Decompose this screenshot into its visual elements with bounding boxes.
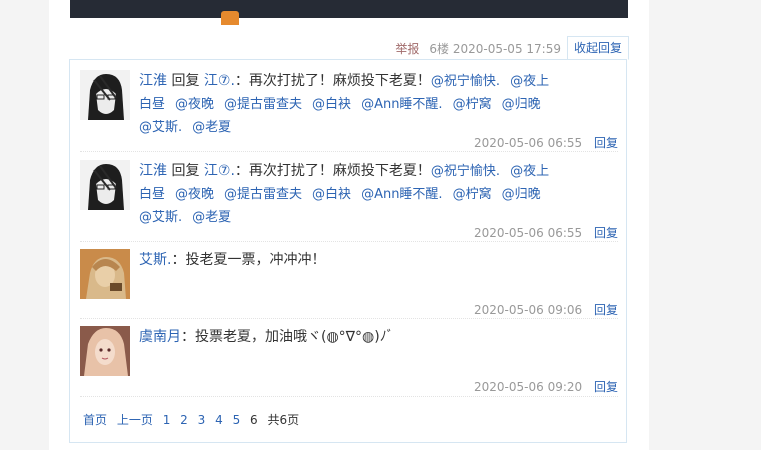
mention-link[interactable]: @老夏: [192, 120, 231, 135]
collapse-replies-button[interactable]: 收起回复: [566, 36, 629, 60]
pager-first[interactable]: 首页: [83, 413, 107, 427]
mention-link[interactable]: @Ann睡不醒.: [361, 187, 443, 202]
pager-page-4[interactable]: 4: [215, 413, 223, 427]
report-link[interactable]: 举报: [395, 40, 419, 57]
reply-text: 再次打扰了！麻烦投下老夏！: [248, 73, 431, 89]
reply-item: 艾斯.：投老夏一票，冲冲冲！ 2020-05-06 09:06 回复: [80, 249, 618, 319]
pagination: 首页 上一页 1 2 3 4 5 6 共6页: [83, 411, 305, 429]
floor-and-time: 6楼 2020-05-05 17:59: [429, 41, 561, 56]
reply-colon: ：: [234, 73, 249, 89]
reply-username[interactable]: 江淮: [139, 73, 167, 89]
divider: [80, 151, 618, 152]
reply-word: 回复: [171, 163, 200, 179]
post-meta: 举报 6楼 2020-05-05 17:59 收起回复: [395, 36, 629, 60]
avatar[interactable]: [80, 160, 130, 210]
reply-content: 江淮 回复 江⑦.：再次打扰了！麻烦投下老夏！@祝宁愉快. @夜上白昼 @夜晚 @提古…: [139, 70, 559, 139]
reply-item: 江淮 回复 江⑦.：再次打扰了！麻烦投下老夏！@祝宁愉快. @夜上白昼 @夜晚 @提古…: [80, 160, 618, 240]
mention-link[interactable]: @Ann睡不醒.: [361, 97, 443, 112]
reply-colon: ：: [234, 163, 249, 179]
mention-link[interactable]: @艾斯.: [139, 120, 182, 135]
pager-page-1[interactable]: 1: [163, 413, 171, 427]
avatar[interactable]: [80, 249, 130, 299]
pager-total: 共6页: [267, 413, 300, 427]
reply-time: 2020-05-06 06:55: [474, 226, 583, 240]
mention-link[interactable]: @老夏: [192, 210, 231, 225]
reply-colon: ：: [171, 252, 186, 268]
reply-username[interactable]: 江淮: [139, 163, 167, 179]
reply-time: 2020-05-06 09:20: [474, 380, 583, 394]
reply-time: 2020-05-06 09:06: [474, 303, 583, 317]
reply-time: 2020-05-06 06:55: [474, 136, 583, 150]
divider: [80, 241, 618, 242]
mention-link[interactable]: @归晚: [502, 97, 541, 112]
reply-content: 江淮 回复 江⑦.：再次打扰了！麻烦投下老夏！@祝宁愉快. @夜上白昼 @夜晚 @提古…: [139, 160, 559, 229]
reply-footer: 2020-05-06 06:55 回复: [474, 224, 618, 242]
reply-footer: 2020-05-06 09:20 回复: [474, 378, 618, 396]
mention-link[interactable]: @祝宁愉快.: [431, 74, 500, 89]
avatar[interactable]: [80, 326, 130, 376]
reply-target-user[interactable]: 江⑦.: [204, 73, 235, 89]
mention-link[interactable]: @白袂: [312, 97, 351, 112]
reply-colon: ：: [181, 329, 195, 345]
reply-content: 艾斯.：投老夏一票，冲冲冲！: [139, 249, 559, 271]
right-background: [649, 0, 761, 450]
reply-text: 投老夏一票，冲冲冲！: [185, 252, 326, 268]
divider: [80, 396, 618, 397]
mention-link[interactable]: @归晚: [502, 187, 541, 202]
pager-prev[interactable]: 上一页: [117, 413, 153, 427]
reply-target-user[interactable]: 江⑦.: [204, 163, 235, 179]
reply-content: 虞南月：投票老夏，加油哦ヾ(◍°∇°◍)ﾉﾞ: [139, 326, 559, 348]
mention-link[interactable]: @提古雷查夫: [224, 97, 302, 112]
pager-page-5[interactable]: 5: [233, 413, 241, 427]
reply-text: 投票老夏，加油哦ヾ(◍°∇°◍)ﾉﾞ: [195, 329, 394, 345]
mention-link[interactable]: @艾斯.: [139, 210, 182, 225]
reply-list: 江淮 回复 江⑦.：再次打扰了！麻烦投下老夏！@祝宁愉快. @夜上白昼 @夜晚 @提古…: [69, 59, 627, 443]
mention-link[interactable]: @白袂: [312, 187, 351, 202]
reply-footer: 2020-05-06 09:06 回复: [474, 301, 618, 319]
mention-link[interactable]: @夜晚: [175, 97, 214, 112]
mention-link[interactable]: @提古雷查夫: [224, 187, 302, 202]
reply-button[interactable]: 回复: [594, 303, 618, 317]
mention-link[interactable]: @柠窝: [453, 187, 492, 202]
reply-text: 再次打扰了！麻烦投下老夏！: [248, 163, 431, 179]
reply-button[interactable]: 回复: [594, 226, 618, 240]
reply-username[interactable]: 艾斯.: [139, 252, 171, 268]
reply-item: 江淮 回复 江⑦.：再次打扰了！麻烦投下老夏！@祝宁愉快. @夜上白昼 @夜晚 @提古…: [80, 70, 618, 150]
post-media-bar: [70, 0, 628, 25]
reply-footer: 2020-05-06 06:55 回复: [474, 134, 618, 152]
reply-item: 虞南月：投票老夏，加油哦ヾ(◍°∇°◍)ﾉﾞ 2020-05-06 09:20 …: [80, 326, 618, 396]
divider: [80, 318, 618, 319]
post-container: 举报 6楼 2020-05-05 17:59 收起回复 江淮 回复 江⑦.：再次…: [49, 0, 649, 450]
reply-button[interactable]: 回复: [594, 380, 618, 394]
mention-link[interactable]: @夜晚: [175, 187, 214, 202]
reply-button[interactable]: 回复: [594, 136, 618, 150]
avatar[interactable]: [80, 70, 130, 120]
pager-current-page: 6: [250, 413, 258, 427]
mention-link[interactable]: @祝宁愉快.: [431, 164, 500, 179]
media-thumbnail-icon: [221, 11, 239, 25]
pager-page-2[interactable]: 2: [180, 413, 188, 427]
reply-word: 回复: [171, 73, 200, 89]
pager-page-3[interactable]: 3: [198, 413, 206, 427]
mention-link[interactable]: @柠窝: [453, 97, 492, 112]
reply-username[interactable]: 虞南月: [139, 329, 181, 345]
